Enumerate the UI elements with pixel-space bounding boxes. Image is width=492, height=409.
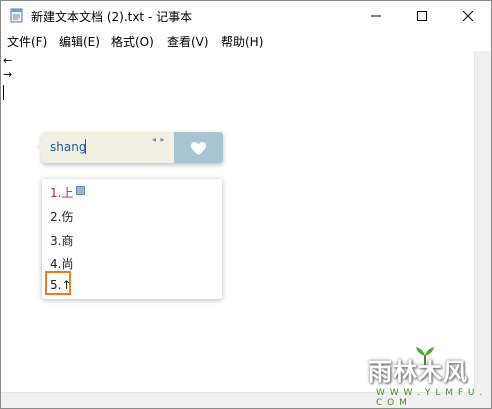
minimize-button[interactable] bbox=[353, 1, 399, 31]
menu-bar: 文件(F) 编辑(E) 格式(O) 查看(V) 帮助(H) bbox=[1, 31, 491, 51]
ime-heart-button[interactable] bbox=[174, 132, 223, 163]
ime-input-area[interactable]: shang ◂ ▸ bbox=[42, 132, 174, 163]
menu-view[interactable]: 查看(V) bbox=[167, 33, 209, 50]
close-icon bbox=[463, 11, 473, 21]
candidate-highlight-box bbox=[45, 271, 71, 295]
editor-line-right-arrow: → bbox=[3, 68, 13, 81]
ime-pointer bbox=[36, 141, 42, 153]
candidate-4[interactable]: 4.尚 bbox=[50, 255, 73, 272]
window-title: 新建文本文档 (2).txt - 记事本 bbox=[31, 10, 193, 24]
ime-composition-text: shang bbox=[50, 140, 87, 154]
watermark-logo: 雨林木风 W W W . Y L M F U . C O M bbox=[356, 346, 491, 408]
maximize-icon bbox=[417, 11, 427, 21]
candidate-1-label: 1.上 bbox=[50, 186, 74, 200]
candidate-1[interactable]: 1.上 bbox=[50, 184, 86, 201]
menu-format[interactable]: 格式(O) bbox=[111, 33, 154, 50]
minimize-icon bbox=[371, 15, 381, 17]
watermark-text: 雨林木风 bbox=[368, 358, 468, 386]
candidate-3[interactable]: 3.商 bbox=[50, 232, 73, 249]
ime-page-arrows[interactable]: ◂ ▸ bbox=[152, 135, 166, 144]
heart-icon bbox=[191, 142, 206, 155]
maximize-button[interactable] bbox=[399, 1, 445, 31]
close-button[interactable] bbox=[445, 1, 491, 31]
editor-line-left-arrow: ← bbox=[3, 54, 13, 67]
notepad-app-icon bbox=[10, 8, 23, 23]
vertical-scrollbar[interactable] bbox=[474, 51, 491, 392]
text-caret bbox=[3, 85, 4, 100]
candidate-2[interactable]: 2.伤 bbox=[50, 208, 73, 225]
ime-composition-bar: shang ◂ ▸ bbox=[42, 132, 223, 163]
ime-candidate-list: 1.上 2.伤 3.商 4.尚 5.↑ bbox=[42, 179, 222, 299]
menu-edit[interactable]: 编辑(E) bbox=[59, 33, 100, 50]
candidate-badge-icon bbox=[76, 186, 86, 195]
title-bar[interactable]: 新建文本文档 (2).txt - 记事本 bbox=[1, 1, 491, 31]
notepad-window: 新建文本文档 (2).txt - 记事本 文件(F) 编辑(E) 格式(O) 查… bbox=[0, 0, 492, 409]
ime-caret bbox=[85, 139, 86, 154]
menu-file[interactable]: 文件(F) bbox=[7, 33, 47, 50]
watermark-url: W W W . Y L M F U . C O M bbox=[376, 388, 484, 408]
menu-help[interactable]: 帮助(H) bbox=[221, 33, 263, 50]
